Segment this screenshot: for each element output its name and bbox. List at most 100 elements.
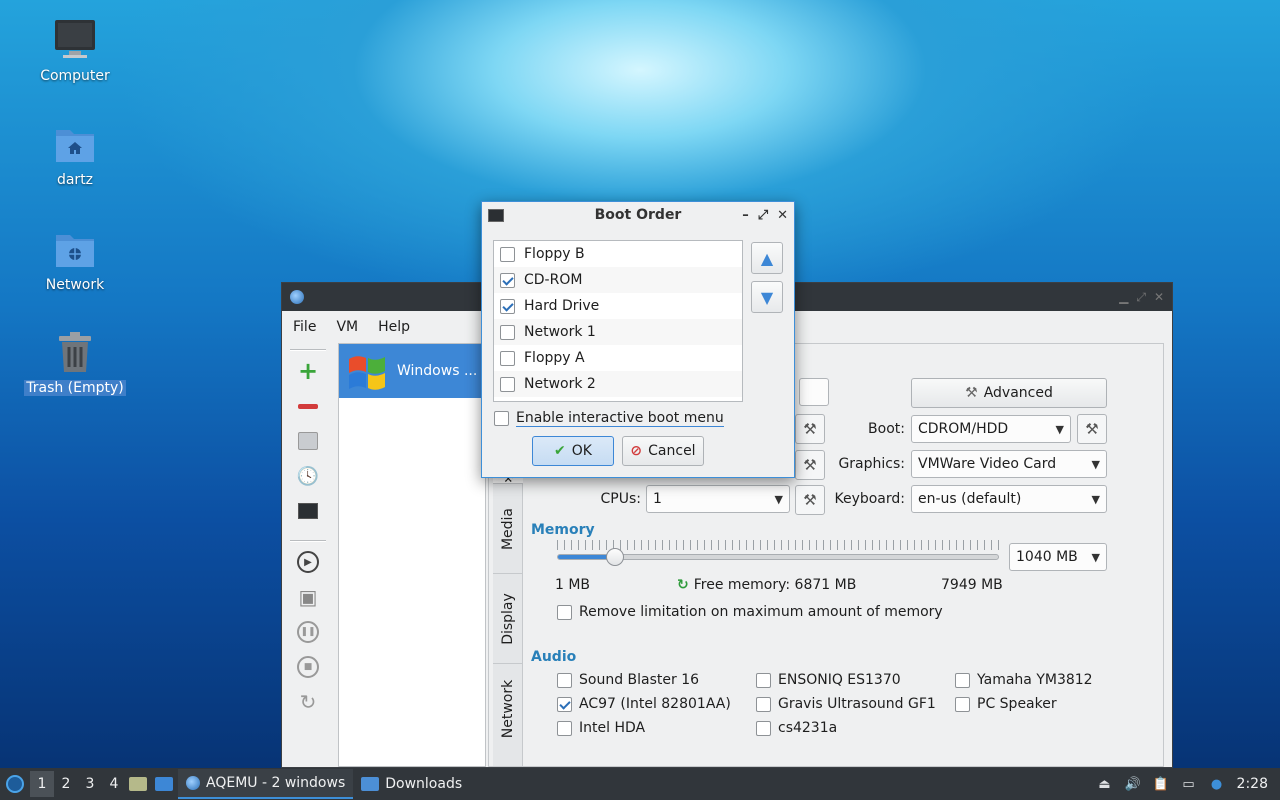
audio-checkbox-hda[interactable]: Intel HDA (557, 720, 645, 736)
show-desktop-button[interactable] (150, 777, 178, 791)
memory-select[interactable]: 1040 MB ▼ (1009, 543, 1107, 571)
checkbox-box[interactable] (500, 350, 515, 366)
boot-item-hard-drive[interactable]: Hard Drive (494, 293, 742, 319)
pause-vm-button[interactable]: ❚❚ (293, 617, 323, 647)
checkbox-box-checked[interactable] (500, 298, 515, 314)
memory-slider[interactable] (557, 548, 999, 566)
minimize-icon[interactable]: – (742, 208, 749, 223)
minimize-icon[interactable]: ▁ (1119, 290, 1128, 305)
boot-item-network-2[interactable]: Network 2 (494, 371, 742, 397)
keyboard-label: Keyboard: (834, 491, 905, 507)
graphics-label: Graphics: (838, 456, 905, 472)
workspace-1[interactable]: 1 (30, 771, 54, 797)
advanced-button[interactable]: ⚒ Advanced (911, 378, 1107, 408)
boot-item-network-1[interactable]: Network 1 (494, 319, 742, 345)
maximize-icon[interactable]: ⤢ (1136, 290, 1146, 305)
audio-checkbox-cs4231a[interactable]: cs4231a (756, 720, 837, 736)
memory-max-label: 7949 MB (941, 577, 1003, 593)
machine-tools-button[interactable]: ⚒ (795, 414, 825, 444)
stop-vm-button[interactable]: ■ (293, 652, 323, 682)
desktop-icon-home[interactable]: dartz (22, 122, 128, 188)
close-icon[interactable]: ✕ (1154, 290, 1164, 305)
memory-slider-handle[interactable] (606, 548, 625, 566)
audio-checkbox-ym3812[interactable]: Yamaha YM3812 (955, 672, 1093, 688)
desktop-icon-computer[interactable]: Computer (22, 18, 128, 84)
checkbox-box[interactable] (500, 324, 515, 340)
memory-slider-ticks (557, 540, 999, 550)
boot-item-cdrom[interactable]: CD-ROM (494, 267, 742, 293)
task-downloads[interactable]: Downloads (353, 769, 470, 799)
cpus-value: 1 (653, 491, 662, 507)
clock[interactable]: 2:28 (1237, 776, 1268, 792)
interactive-boot-checkbox[interactable]: Enable interactive boot menu (494, 410, 724, 427)
cpus-label: CPUs: (600, 491, 641, 507)
audio-checkbox-ac97[interactable]: AC97 (Intel 82801AA) (557, 696, 731, 712)
vm-terminal-button[interactable] (293, 496, 323, 526)
dialog-titlebar[interactable]: Boot Order – ⤢ ✕ (482, 202, 794, 228)
audio-checkbox-gravis[interactable]: Gravis Ultrasound GF1 (756, 696, 936, 712)
task-aqemu[interactable]: AQEMU - 2 windows (178, 769, 354, 799)
notification-icon[interactable]: ● (1209, 776, 1225, 792)
audio-checkbox-es1370[interactable]: ENSONIQ ES1370 (756, 672, 901, 688)
ok-button[interactable]: ✔ OK (532, 436, 614, 466)
desktop-icon-network[interactable]: Network (22, 227, 128, 293)
move-down-button[interactable]: ▼ (751, 281, 783, 313)
cancel-button[interactable]: ⊘ Cancel (622, 436, 704, 466)
interactive-boot-label: Enable interactive boot menu (516, 410, 724, 427)
clock-icon: 🕓 (296, 465, 320, 487)
workspace-3[interactable]: 3 (78, 771, 102, 797)
windows-logo-icon (349, 356, 385, 390)
boot-item-floppy-a[interactable]: Floppy A (494, 345, 742, 371)
menu-vm[interactable]: VM (336, 319, 358, 335)
volume-icon[interactable]: 🔊 (1124, 776, 1140, 792)
save-vm-button[interactable]: ▣ (293, 582, 323, 612)
reset-vm-button[interactable]: ↻ (293, 687, 323, 717)
audio-card-label: Intel HDA (579, 720, 646, 736)
checkbox-box[interactable] (500, 246, 515, 262)
boot-item-floppy-b[interactable]: Floppy B (494, 241, 742, 267)
remove-limit-checkbox[interactable]: Remove limitation on maximum amount of m… (557, 604, 943, 620)
tab-media[interactable]: Media (493, 484, 523, 574)
menu-help[interactable]: Help (378, 319, 410, 335)
refresh-icon[interactable]: ↻ (677, 577, 689, 593)
quicklaunch-files[interactable] (126, 777, 150, 791)
vm-name-field[interactable] (799, 378, 829, 406)
menu-file[interactable]: File (293, 319, 316, 335)
desktop-icon-label: Network (45, 277, 105, 293)
workspace-4[interactable]: 4 (102, 771, 126, 797)
checkbox-box (955, 672, 970, 688)
remove-limit-label: Remove limitation on maximum amount of m… (579, 604, 943, 620)
tab-display-label: Display (500, 592, 517, 645)
vm-list-item[interactable]: Windows ... (339, 344, 485, 398)
clipboard-icon[interactable]: 📋 (1152, 776, 1168, 792)
remove-vm-button[interactable] (293, 391, 323, 421)
close-icon[interactable]: ✕ (777, 208, 788, 223)
network-tray-icon[interactable]: ▭ (1181, 776, 1197, 792)
eject-icon[interactable]: ⏏ (1097, 776, 1113, 792)
start-vm-button[interactable]: ▶ (293, 547, 323, 577)
workspace-2[interactable]: 2 (54, 771, 78, 797)
vm-history-button[interactable]: 🕓 (293, 461, 323, 491)
move-up-button[interactable]: ▲ (751, 242, 783, 274)
start-menu-button[interactable] (0, 775, 30, 793)
desktop-icon-trash[interactable]: Trash (Empty) (22, 330, 128, 396)
audio-checkbox-sb16[interactable]: Sound Blaster 16 (557, 672, 699, 688)
arrow-up-icon: ▲ (760, 248, 774, 268)
aqemu-app-icon (290, 290, 304, 304)
vm-toolbar: + 🕓 ▶ ▣ ❚❚ ■ ↻ (288, 345, 328, 722)
tab-network[interactable]: Network (493, 664, 523, 754)
boot-order-button[interactable]: ⚒ (1077, 414, 1107, 444)
audio-checkbox-pcspk[interactable]: PC Speaker (955, 696, 1057, 712)
maximize-icon[interactable]: ⤢ (758, 208, 768, 223)
boot-select[interactable]: CDROM/HDD ▼ (911, 415, 1071, 443)
graphics-select[interactable]: VMWare Video Card ▼ (911, 450, 1107, 478)
add-vm-button[interactable]: + (293, 356, 323, 386)
vm-settings-button[interactable] (293, 426, 323, 456)
checkbox-box-checked[interactable] (500, 272, 515, 288)
checkbox-box[interactable] (500, 376, 515, 392)
tab-display[interactable]: Display (493, 574, 523, 664)
monitor-icon (55, 20, 95, 58)
audio-section-title: Audio (531, 649, 577, 665)
cpus-select[interactable]: 1 ▼ (646, 485, 790, 513)
keyboard-select[interactable]: en-us (default) ▼ (911, 485, 1107, 513)
